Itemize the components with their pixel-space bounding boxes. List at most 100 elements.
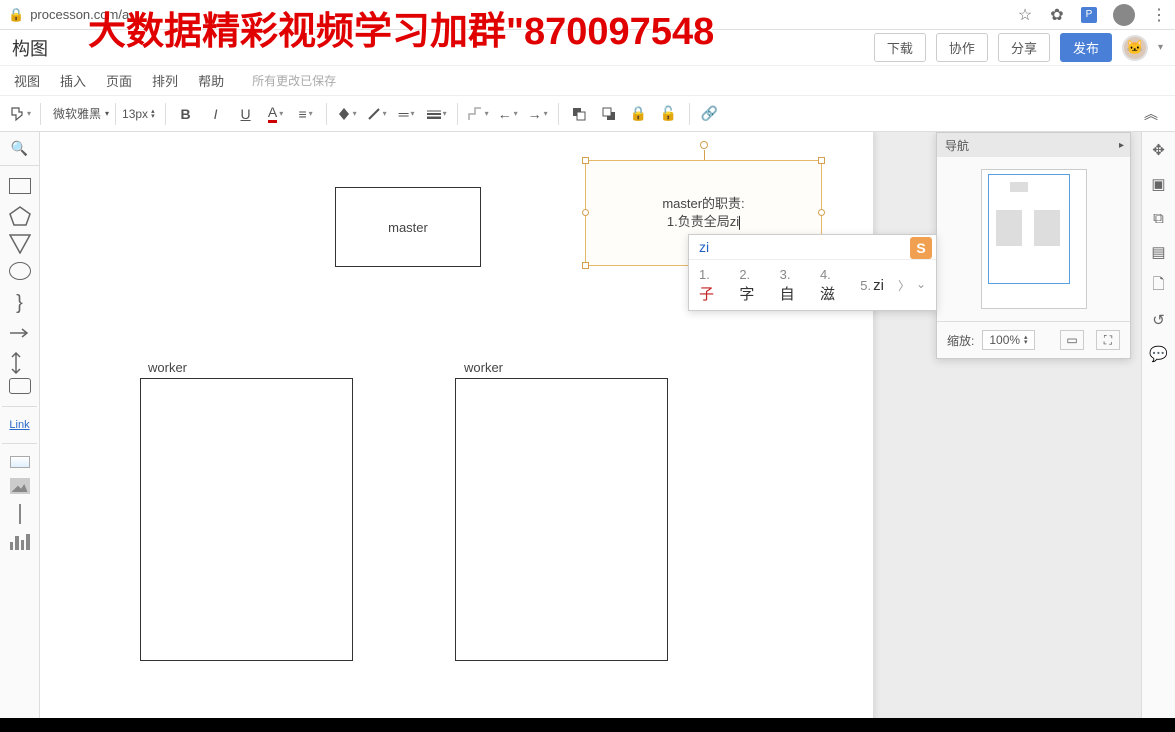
worker2-label[interactable]: worker bbox=[464, 360, 503, 375]
format-painter-button[interactable]: ▾ bbox=[6, 100, 34, 128]
avatar-dropdown-icon[interactable]: ▾ bbox=[1158, 42, 1163, 53]
extension-icon-2[interactable]: P bbox=[1081, 7, 1097, 23]
menu-page[interactable]: 页面 bbox=[106, 71, 132, 90]
ime-candidate-2[interactable]: 2.字 bbox=[739, 266, 765, 304]
shape-palette: 🔍 } Link bbox=[0, 132, 40, 732]
shape-worker1-box[interactable] bbox=[140, 378, 353, 661]
share-button[interactable]: 分享 bbox=[998, 33, 1050, 62]
lock-button[interactable]: 🔒 bbox=[625, 100, 653, 128]
star-icon[interactable]: ☆ bbox=[1017, 7, 1033, 23]
lock-icon: 🔒 bbox=[8, 7, 24, 23]
document-title[interactable]: 构图 bbox=[12, 35, 48, 61]
shape-image[interactable] bbox=[10, 478, 30, 494]
menu-view[interactable]: 视图 bbox=[14, 71, 40, 90]
menu-bar: 视图 插入 页面 排列 帮助 所有更改已保存 bbox=[0, 66, 1175, 96]
italic-button[interactable]: I bbox=[202, 100, 230, 128]
collapse-toolbar-icon[interactable]: ︽ bbox=[1137, 100, 1165, 128]
text-color-button[interactable]: A▾ bbox=[262, 100, 290, 128]
resize-handle-bl[interactable] bbox=[582, 262, 589, 269]
shape-pentagon[interactable] bbox=[9, 206, 31, 222]
zoom-value-input[interactable]: 100%▴▾ bbox=[982, 330, 1034, 350]
text-cursor bbox=[739, 216, 740, 230]
navigator-panel: 导航 ▸ 缩放: 100%▴▾ ▭ ⛶ bbox=[936, 132, 1131, 359]
fill-color-button[interactable]: ▾ bbox=[333, 100, 361, 128]
menu-insert[interactable]: 插入 bbox=[60, 71, 86, 90]
align-button[interactable]: ≡▾ bbox=[292, 100, 320, 128]
line-color-button[interactable]: ▾ bbox=[363, 100, 391, 128]
canvas-area[interactable]: master master的职责: 1.负责全局zi worker worker bbox=[40, 132, 1175, 732]
text-line-1: master的职责: bbox=[662, 196, 744, 211]
sogou-logo-icon: S bbox=[910, 237, 932, 259]
menu-help[interactable]: 帮助 bbox=[198, 71, 224, 90]
save-status: 所有更改已保存 bbox=[252, 72, 336, 89]
navigator-collapse-icon[interactable]: ▸ bbox=[1119, 140, 1124, 151]
metrics-icon[interactable]: ⧉ bbox=[1149, 208, 1169, 228]
ime-prev-icon[interactable]: 〉 bbox=[898, 277, 910, 294]
line-width-button[interactable]: ▾ bbox=[423, 100, 451, 128]
text-line-2: 1.负责全局zi bbox=[667, 214, 739, 229]
connector-button[interactable]: ▾ bbox=[464, 100, 492, 128]
layers-icon[interactable]: ▤ bbox=[1149, 242, 1169, 262]
send-back-button[interactable] bbox=[595, 100, 623, 128]
history-icon[interactable]: ↺ bbox=[1149, 310, 1169, 330]
download-button[interactable]: 下载 bbox=[874, 33, 926, 62]
fit-width-button[interactable]: ▭ bbox=[1060, 330, 1084, 350]
profile-avatar-icon[interactable] bbox=[1113, 4, 1135, 26]
publish-button[interactable]: 发布 bbox=[1060, 33, 1112, 62]
search-shapes-button[interactable]: 🔍 bbox=[0, 138, 39, 166]
underline-button[interactable]: U bbox=[232, 100, 260, 128]
shape-worker2-box[interactable] bbox=[455, 378, 668, 661]
fit-page-button[interactable]: ⛶ bbox=[1096, 330, 1120, 350]
shape-bar-chart[interactable] bbox=[10, 534, 30, 550]
resize-handle-tr[interactable] bbox=[818, 157, 825, 164]
arrow-start-button[interactable]: ←▾ bbox=[494, 100, 522, 128]
menu-arrange[interactable]: 排列 bbox=[152, 71, 178, 90]
user-avatar[interactable]: 🐱 bbox=[1122, 35, 1148, 61]
format-toolbar: ▾ 微软雅黑▾ 13px▴▾ B I U A▾ ≡▾ ▾ ▾ ═▾ ▾ ▾ ←▾… bbox=[0, 96, 1175, 132]
ime-input-text: zi bbox=[699, 239, 709, 255]
rotate-handle[interactable] bbox=[700, 141, 708, 149]
navigator-title: 导航 bbox=[945, 137, 969, 154]
ime-candidate-4[interactable]: 4.滋 bbox=[820, 266, 846, 304]
comments-icon[interactable]: 💬 bbox=[1149, 344, 1169, 364]
ime-popup: zi S 1.子 2.字 3.自 4.滋 5.zi 〉 ⌄ bbox=[688, 234, 937, 311]
zoom-label: 缩放: bbox=[947, 332, 974, 349]
shape-vline[interactable] bbox=[19, 504, 21, 524]
shape-arrow-right[interactable] bbox=[9, 326, 31, 340]
arrow-end-button[interactable]: →▾ bbox=[524, 100, 552, 128]
link-shape[interactable]: Link bbox=[9, 419, 29, 431]
ime-candidate-3[interactable]: 3.自 bbox=[780, 266, 806, 304]
resize-handle-tl[interactable] bbox=[582, 157, 589, 164]
unlock-button[interactable]: 🔓 bbox=[655, 100, 683, 128]
ime-candidate-1[interactable]: 1.子 bbox=[699, 266, 725, 304]
shape-arrow-updown[interactable] bbox=[9, 352, 31, 366]
collaborate-button[interactable]: 协作 bbox=[936, 33, 988, 62]
shape-rounded-rect[interactable] bbox=[9, 378, 31, 394]
bold-button[interactable]: B bbox=[172, 100, 200, 128]
title-bar: 构图 下载 协作 分享 发布 🐱 ▾ bbox=[0, 30, 1175, 66]
bottom-strip bbox=[0, 718, 1175, 732]
shape-triangle-down[interactable] bbox=[9, 234, 31, 250]
line-style-button[interactable]: ═▾ bbox=[393, 100, 421, 128]
ime-candidate-5[interactable]: 5.zi bbox=[860, 277, 884, 294]
pages-icon[interactable]: 🗋 bbox=[1149, 276, 1169, 296]
ime-next-icon[interactable]: ⌄ bbox=[916, 277, 926, 294]
worker1-label[interactable]: worker bbox=[148, 360, 187, 375]
font-size-select[interactable]: 13px▴▾ bbox=[118, 107, 159, 121]
page-url[interactable]: processon.com/a bbox=[30, 7, 1017, 22]
browser-address-bar: 🔒 processon.com/a ☆ ✿ P ⋮ bbox=[0, 0, 1175, 30]
navigator-icon[interactable]: ✥ bbox=[1149, 140, 1169, 160]
shape-brace[interactable]: } bbox=[9, 292, 31, 314]
shape-rectangle[interactable] bbox=[9, 178, 31, 194]
navigator-preview[interactable] bbox=[981, 169, 1087, 309]
extension-icon-1[interactable]: ✿ bbox=[1049, 7, 1065, 23]
shape-master-box[interactable]: master bbox=[335, 187, 481, 267]
link-button[interactable]: 🔗 bbox=[696, 100, 724, 128]
style-icon[interactable]: ▣ bbox=[1149, 174, 1169, 194]
browser-menu-icon[interactable]: ⋮ bbox=[1151, 7, 1167, 23]
shape-gradient-box[interactable] bbox=[10, 456, 30, 468]
font-family-select[interactable]: 微软雅黑▾ bbox=[47, 103, 116, 125]
right-tool-rail: ✥ ▣ ⧉ ▤ 🗋 ↺ 💬 bbox=[1141, 132, 1175, 732]
shape-ellipse[interactable] bbox=[9, 262, 31, 280]
bring-front-button[interactable] bbox=[565, 100, 593, 128]
